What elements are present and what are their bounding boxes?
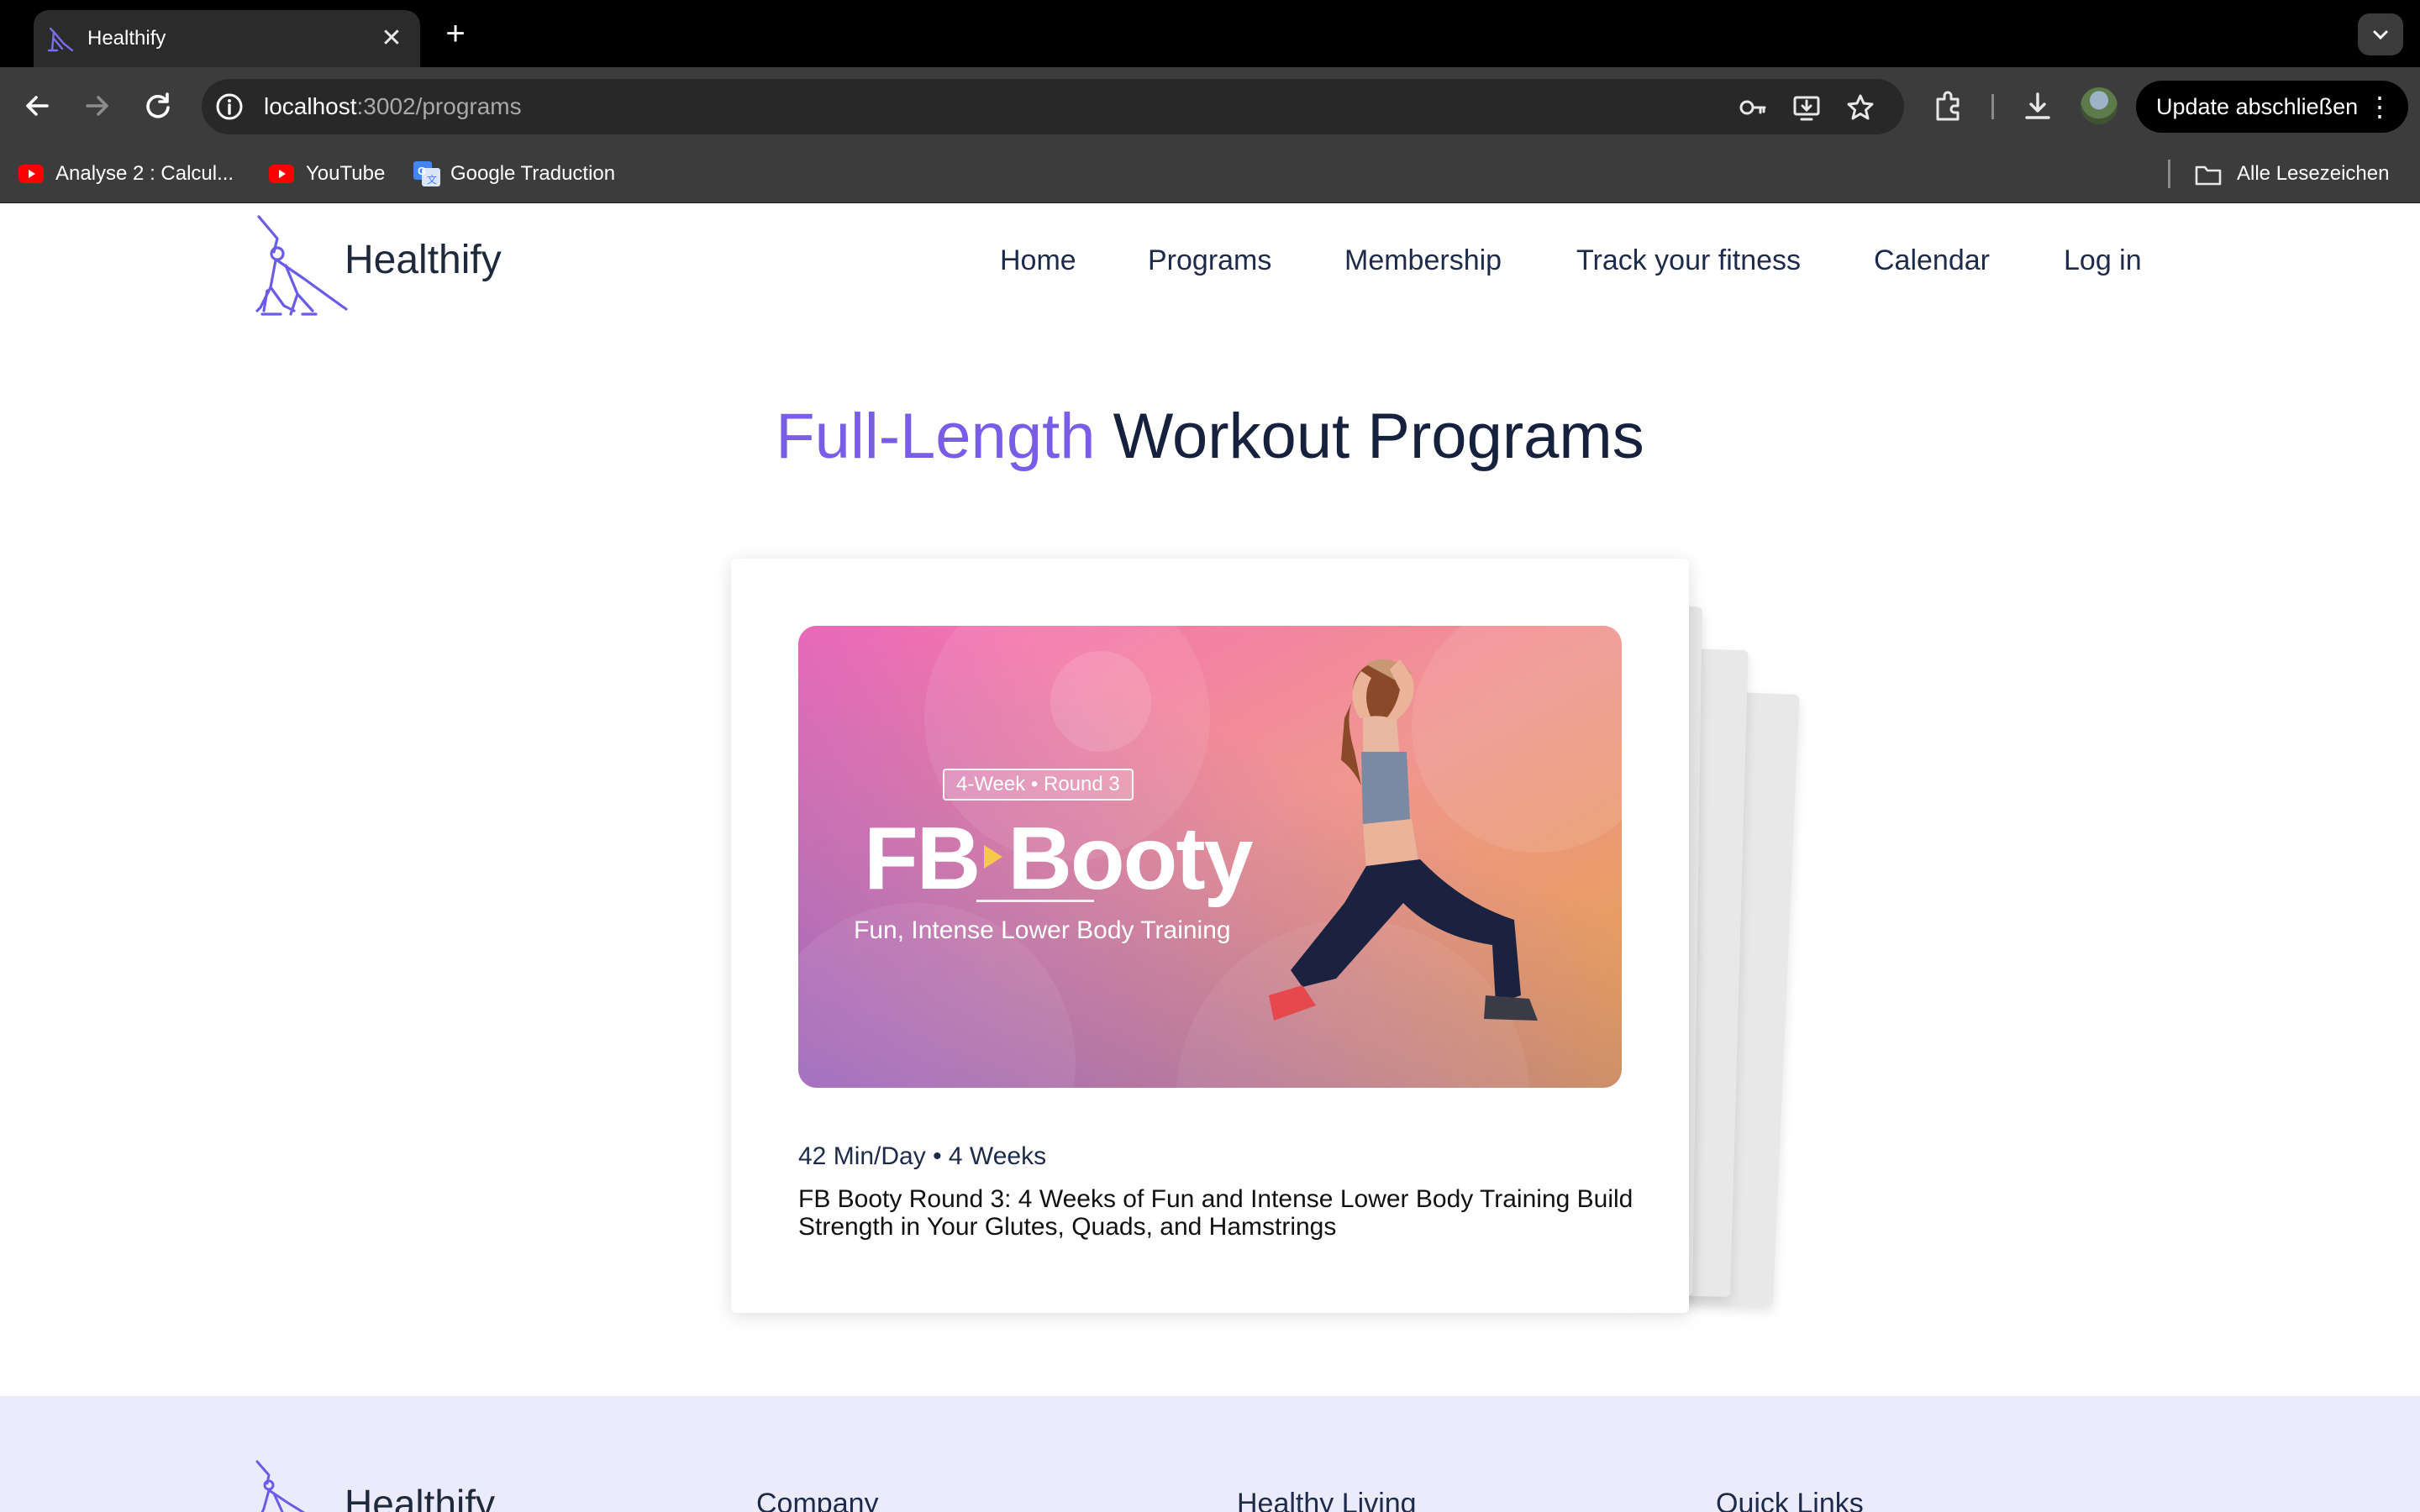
new-tab-button[interactable]: + — [437, 17, 474, 54]
folder-icon — [2195, 165, 2222, 186]
close-tab-icon[interactable]: ✕ — [376, 24, 407, 54]
chevron-down-icon — [2373, 30, 2388, 40]
nav-membership[interactable]: Membership — [1344, 242, 1502, 279]
footer-heading-company: Company — [756, 1488, 879, 1512]
tab-search-button[interactable] — [2358, 13, 2403, 55]
google-translate-icon: G 文 — [413, 161, 440, 186]
extensions-puzzle-icon[interactable] — [1931, 89, 1966, 124]
nav-track-fitness[interactable]: Track your fitness — [1576, 242, 1801, 279]
footer-heading-healthy-living: Healthy Living — [1237, 1488, 1417, 1512]
site-logo-text[interactable]: Healthify — [345, 237, 502, 284]
nav-programs[interactable]: Programs — [1148, 242, 1271, 279]
update-button[interactable]: Update abschließen ⋮ — [2136, 81, 2408, 133]
tab-title: Healthify — [87, 27, 166, 50]
yoga-pose-logo-icon[interactable] — [252, 213, 353, 318]
program-description: FB Booty Round 3: 4 Weeks of Fun and Int… — [798, 1185, 1634, 1241]
bookmark-analyse[interactable]: Analyse 2 : Calcul... — [18, 156, 245, 192]
download-icon[interactable] — [2020, 89, 2055, 124]
browser-tabstrip: Healthify ✕ + — [0, 0, 2420, 67]
address-bar[interactable]: localhost:3002/programs — [202, 79, 1904, 134]
install-app-icon[interactable] — [1791, 92, 1822, 123]
browser-toolbar: localhost:3002/programs Update abschließ… — [0, 67, 2420, 144]
reload-icon[interactable] — [139, 87, 176, 124]
program-thumbnail[interactable]: 4-Week • Round 3 FB Booty Fun, Intense Lo… — [798, 626, 1622, 1088]
profile-avatar[interactable] — [2081, 87, 2118, 124]
forward-arrow-icon[interactable] — [79, 87, 116, 124]
nav-log-in[interactable]: Log in — [2064, 242, 2142, 279]
page-title: Full-Length Workout Programs — [776, 401, 1644, 472]
all-bookmarks-button[interactable]: Alle Lesezeichen — [2195, 156, 2405, 192]
svg-text:G: G — [418, 165, 426, 177]
program-meta: 42 Min/Day • 4 Weeks — [798, 1142, 1047, 1170]
nav-calendar[interactable]: Calendar — [1874, 242, 1990, 279]
svg-text:文: 文 — [427, 173, 437, 186]
site-footer: Healthify Company Healthy Living Quick L… — [0, 1396, 2420, 1512]
toolbar-separator — [1991, 94, 1994, 119]
image-divider — [976, 900, 1094, 902]
bookmarks-separator — [2168, 160, 2170, 188]
bookmark-star-icon[interactable] — [1845, 92, 1876, 123]
program-card[interactable]: 4-Week • Round 3 FB Booty Fun, Intense Lo… — [731, 559, 1689, 1313]
program-image-subtitle: Fun, Intense Lower Body Training — [854, 916, 1231, 944]
footer-logo-text[interactable]: Healthify — [345, 1480, 495, 1512]
more-menu-icon[interactable]: ⋮ — [2366, 89, 2393, 124]
bookmark-google-traduction[interactable]: G 文 Google Traduction — [413, 156, 632, 192]
back-arrow-icon[interactable] — [18, 87, 55, 124]
update-button-label: Update abschließen — [2156, 94, 2359, 119]
site-header: Healthify Home Programs Membership Track… — [0, 203, 2420, 321]
url-text[interactable]: localhost:3002/programs — [264, 89, 522, 124]
footer-heading-quick-links: Quick Links — [1716, 1488, 1864, 1512]
yoga-pose-logo-icon[interactable] — [252, 1458, 316, 1512]
program-badge: 4-Week • Round 3 — [943, 769, 1134, 801]
browser-tab-active[interactable]: Healthify ✕ — [34, 10, 420, 67]
site-info-icon[interactable] — [213, 91, 245, 123]
youtube-icon — [269, 165, 294, 183]
healthify-favicon-icon — [47, 27, 74, 52]
bookmark-youtube[interactable]: YouTube — [269, 156, 395, 192]
password-key-icon[interactable] — [1738, 92, 1768, 123]
youtube-icon — [18, 165, 44, 183]
play-triangle-icon — [984, 845, 1003, 869]
program-image-title: FB Booty — [864, 809, 1254, 908]
bookmarks-bar: Analyse 2 : Calcul... YouTube G 文 Google… — [0, 144, 2420, 203]
nav-home[interactable]: Home — [1000, 242, 1076, 279]
